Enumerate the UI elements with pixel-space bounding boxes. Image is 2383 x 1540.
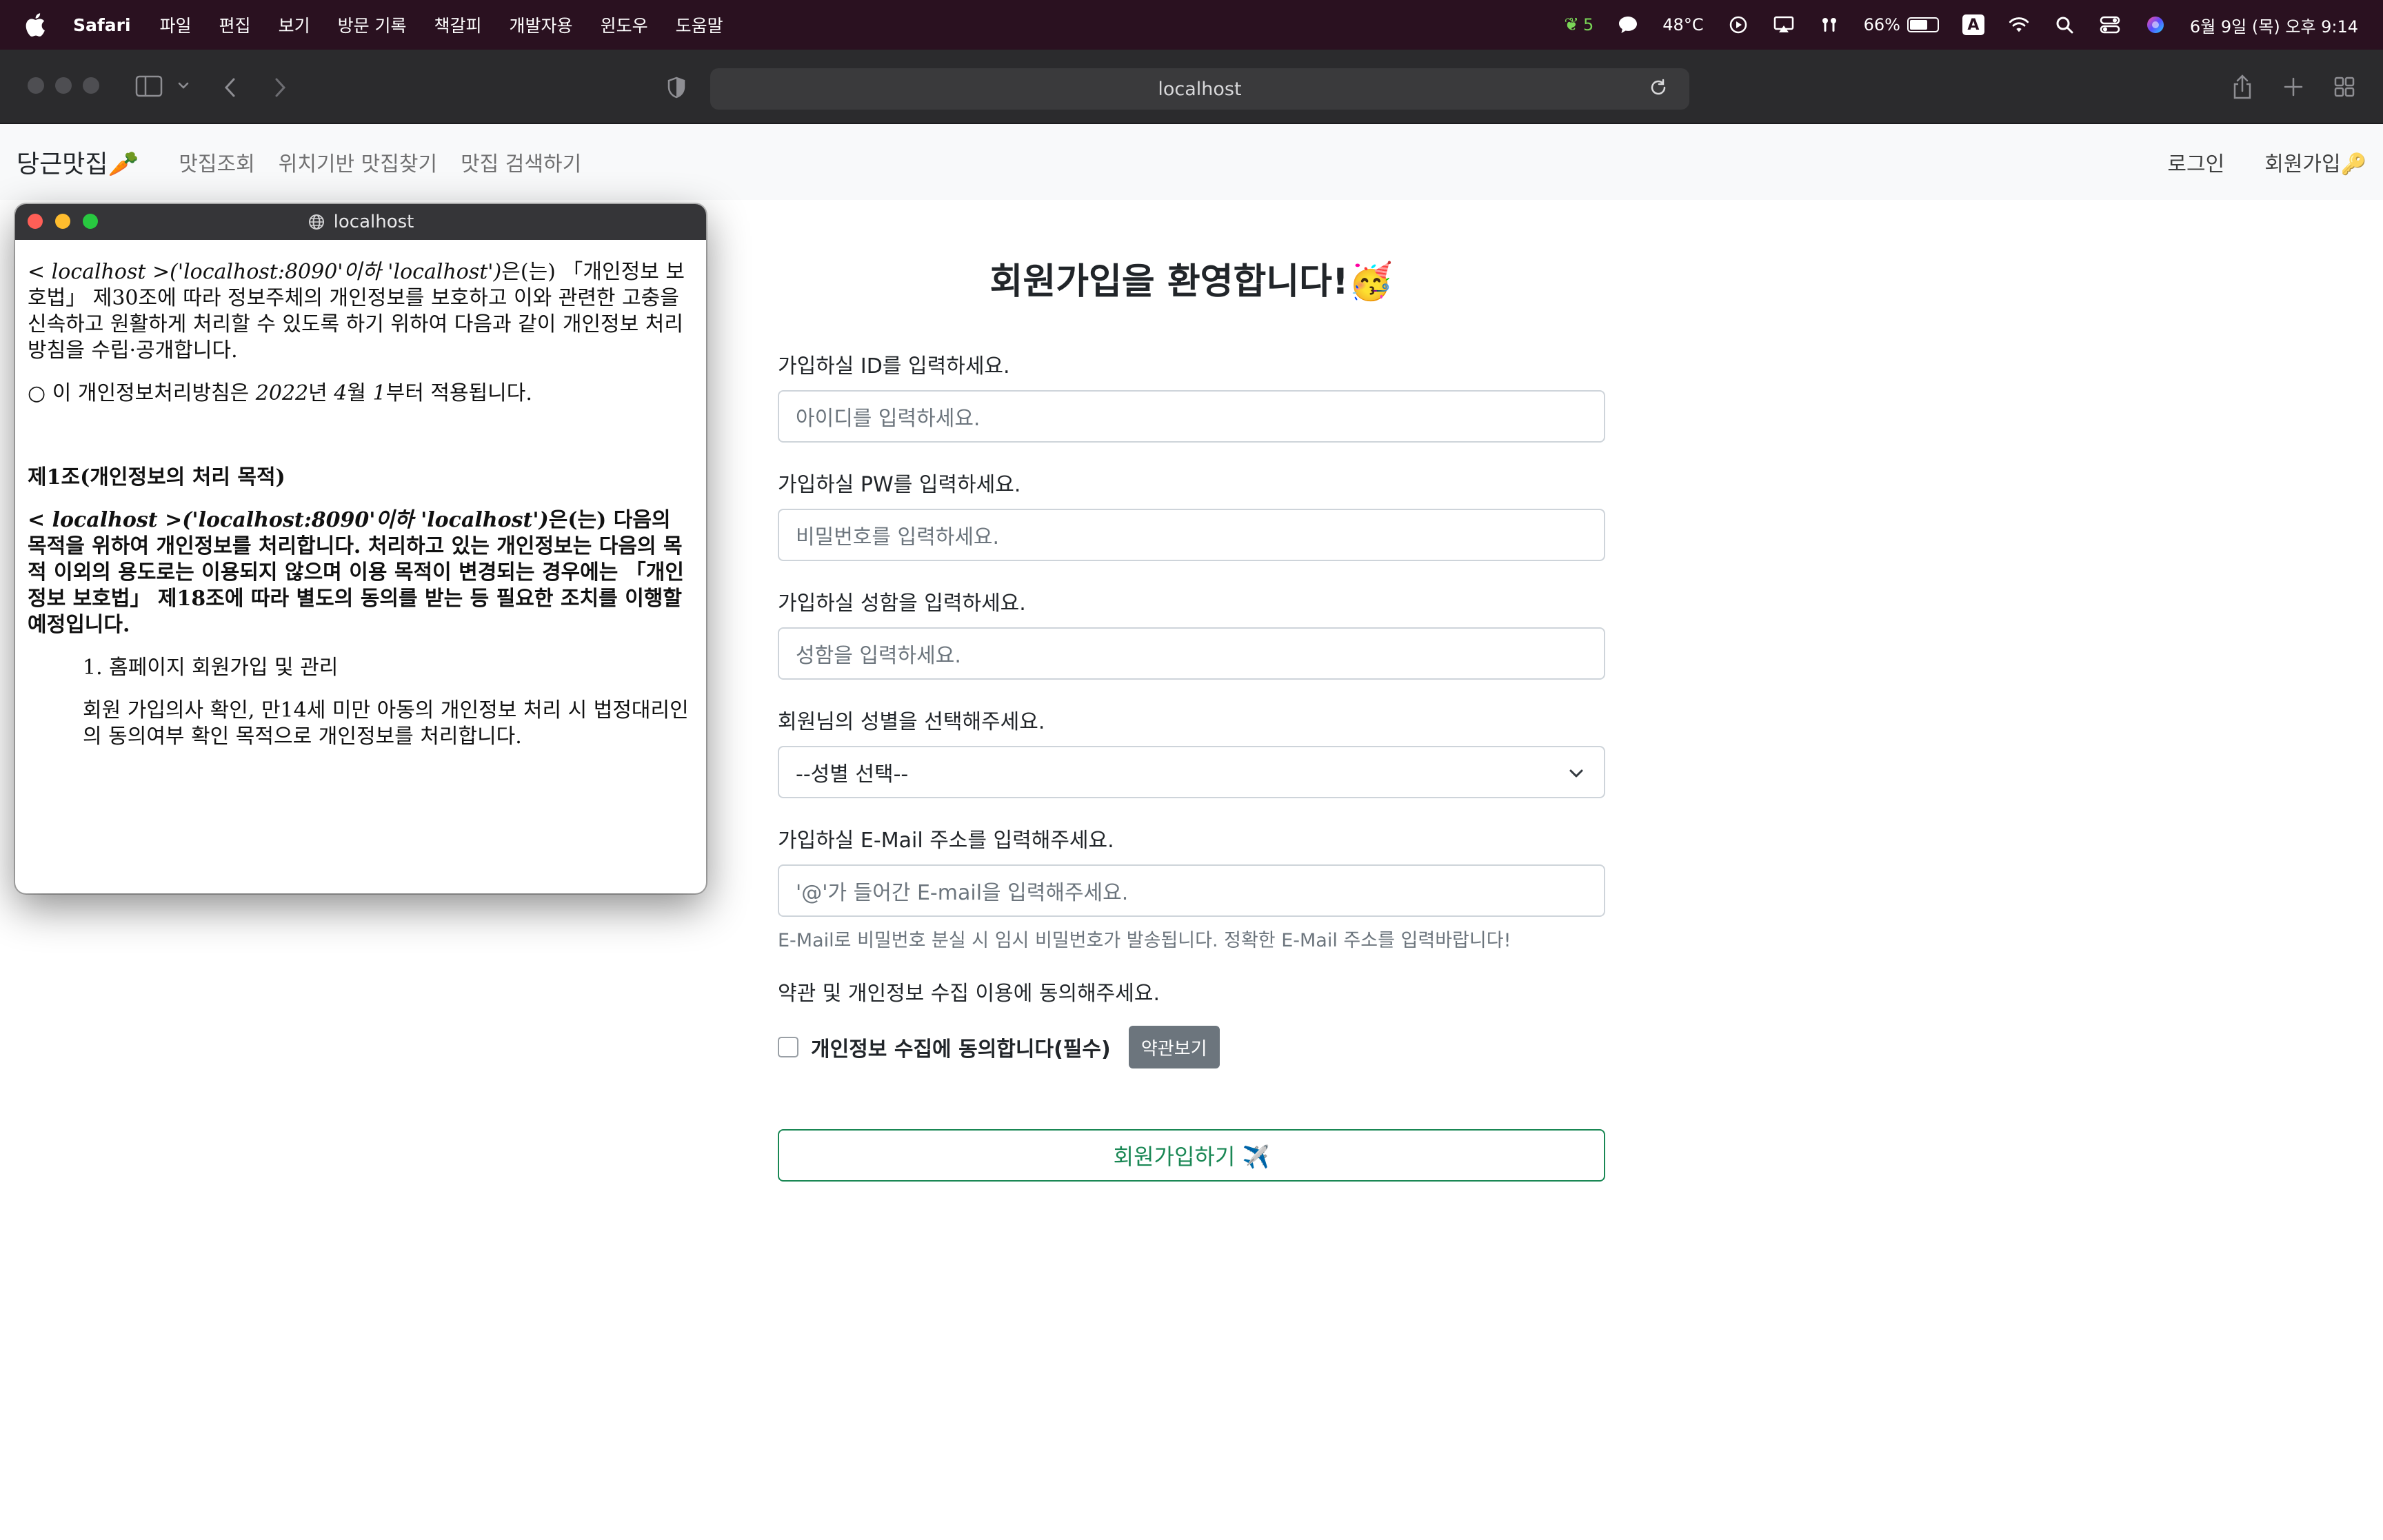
leaf-status[interactable]: ❦ 5 [1564,14,1593,35]
wifi-icon[interactable] [2008,14,2030,36]
effective-month-unit: 월 [347,381,373,405]
pw-label: 가입하실 PW를 입력하세요. [778,473,1021,497]
siri-icon[interactable] [2144,14,2166,36]
email-placeholder: '@'가 들어간 E-mail을 입력해주세요. [796,881,1129,905]
airpods-icon[interactable] [1818,14,1840,36]
url-text: localhost [1158,78,1242,100]
screen-mirroring-icon[interactable] [1773,14,1795,36]
popup-close-button[interactable] [28,214,43,229]
menu-develop[interactable]: 개발자용 [510,12,573,37]
policy-intro: < localhost >('localhost:8090'이하 'localh… [28,259,694,364]
reload-icon[interactable] [1648,77,1669,101]
gender-selected-value: --성별 선택-- [796,762,909,787]
menu-file[interactable]: 파일 [160,12,192,37]
nav-link-location-search[interactable]: 위치기반 맛집찾기 [279,147,437,177]
effective-month: 4 [334,381,348,405]
section-1-site: < localhost >('localhost:8090'이하 'localh… [28,508,549,532]
site-navbar: 당근맛집🥕 맛집조회 위치기반 맛집찾기 맛집 검색하기 로그인 회원가입🔑 [0,124,2383,200]
name-input[interactable]: 성함을 입력하세요. [778,627,1605,680]
tab-group-chevron-icon[interactable] [177,80,190,94]
nav-link-restaurant-search[interactable]: 맛집 검색하기 [461,147,581,177]
signup-submit-button[interactable]: 회원가입하기 ✈️ [778,1129,1605,1182]
popup-zoom-button[interactable] [83,214,98,229]
menu-history[interactable]: 방문 기록 [338,12,407,37]
email-help-text: E-Mail로 비밀번호 분실 시 임시 비밀번호가 발송됩니다. 정확한 E-… [778,930,1511,951]
input-source-letter: A [1967,16,1980,34]
privacy-agree-label[interactable]: 개인정보 수집에 동의합니다(필수) [811,1032,1111,1062]
email-input[interactable]: '@'가 들어간 E-mail을 입력해주세요. [778,864,1605,917]
section-1-title: 제1조(개인정보의 처리 목적) [28,465,285,489]
section-1-item-1-desc: 회원 가입의사 확인, 만14세 미만 아동의 개인정보 처리 시 법정대리인의… [83,698,689,749]
minimize-window-button[interactable] [55,77,72,94]
effective-year-unit: 년 [308,381,334,405]
battery-percent: 66% [1863,15,1900,34]
privacy-agree-checkbox[interactable] [778,1037,798,1057]
pw-placeholder: 비밀번호를 입력하세요. [796,525,1000,549]
battery-fill [1909,20,1927,30]
id-placeholder: 아이디를 입력하세요. [796,407,981,431]
id-input[interactable]: 아이디를 입력하세요. [778,390,1605,443]
input-source-indicator[interactable]: A [1962,14,1984,35]
view-terms-button[interactable]: 약관보기 [1128,1026,1220,1068]
menu-help[interactable]: 도움말 [676,12,723,37]
section-1-item-1: 1. 홈페이지 회원가입 및 관리 [83,656,339,680]
popup-titlebar: localhost [15,204,706,240]
apple-icon[interactable] [25,13,46,37]
effective-day: 1 [372,381,386,405]
menu-edit[interactable]: 편집 [219,12,251,37]
menu-app-name[interactable]: Safari [73,15,131,35]
battery-icon [1907,17,1939,32]
popup-title: localhost [333,212,414,232]
agree-label: 약관 및 개인정보 수집 이용에 동의해주세요. [778,982,1160,1006]
privacy-policy-popup: localhost < localhost >('localhost:8090'… [15,204,706,893]
spotlight-search-icon[interactable] [2053,14,2075,36]
id-label: 가입하실 ID를 입력하세요. [778,354,1010,378]
nav-link-login[interactable]: 로그인 [2167,147,2224,177]
tab-overview-icon[interactable] [2333,76,2355,101]
agree-row: 개인정보 수집에 동의합니다(필수) 약관보기 [778,1026,1220,1068]
menu-bookmarks[interactable]: 책갈피 [434,12,482,37]
address-bar[interactable]: localhost [710,68,1689,110]
site-brand[interactable]: 당근맛집🥕 [17,144,139,180]
page-title: 회원가입을 환영합니다!🥳 [989,261,1394,303]
forward-icon[interactable] [272,76,288,102]
temperature-text[interactable]: 48°C [1662,15,1703,34]
popup-content: < localhost >('localhost:8090'이하 'localh… [15,240,706,750]
leaf-count: 5 [1583,15,1594,34]
menu-bar: Safari 파일 편집 보기 방문 기록 책갈피 개발자용 윈도우 도움말 ❦… [0,0,2383,50]
popup-minimize-button[interactable] [55,214,70,229]
globe-icon [308,214,324,230]
section-1-body: < localhost >('localhost:8090'이하 'localh… [28,507,694,638]
gender-label: 회원님의 성별을 선택해주세요. [778,710,1045,734]
nav-link-restaurant-list[interactable]: 맛집조회 [179,147,254,177]
zoom-window-button[interactable] [83,77,99,94]
email-label: 가입하실 E-Mail 주소를 입력해주세요. [778,829,1114,853]
menubar-clock[interactable]: 6월 9일 (목) 오후 9:14 [2190,13,2358,37]
close-window-button[interactable] [28,77,44,94]
chat-bubble-icon[interactable] [1617,14,1639,36]
window-controls [28,77,99,94]
battery-status[interactable]: 66% [1864,15,1939,34]
name-placeholder: 성함을 입력하세요. [796,644,961,668]
effective-year: 2022 [255,381,309,405]
nav-link-signup[interactable]: 회원가입🔑 [2264,147,2366,177]
menu-view[interactable]: 보기 [279,12,310,37]
back-icon[interactable] [222,76,239,102]
effective-date-suffix: 부터 적용됩니다. [385,381,532,405]
control-center-icon[interactable] [2099,14,2121,36]
sidebar-toggle-icon[interactable] [135,74,163,101]
password-input[interactable]: 비밀번호를 입력하세요. [778,509,1605,561]
effective-date-prefix: ○ 이 개인정보처리방침은 [28,381,256,405]
name-label: 가입하실 성함을 입력하세요. [778,591,1026,616]
new-tab-icon[interactable] [2282,76,2304,101]
menu-window[interactable]: 윈도우 [601,12,648,37]
policy-effective-date: ○ 이 개인정보처리방침은 2022년 4월 1부터 적용됩니다. [28,381,694,407]
privacy-shield-icon[interactable] [666,76,687,102]
share-icon[interactable] [2231,73,2253,103]
gender-select[interactable]: --성별 선택-- [778,746,1605,798]
leaf-icon: ❦ [1564,14,1579,35]
policy-intro-site: < localhost >('localhost:8090'이하 'localh… [28,260,502,284]
chevron-down-icon [1569,769,1583,778]
play-circle-icon[interactable] [1727,14,1749,36]
